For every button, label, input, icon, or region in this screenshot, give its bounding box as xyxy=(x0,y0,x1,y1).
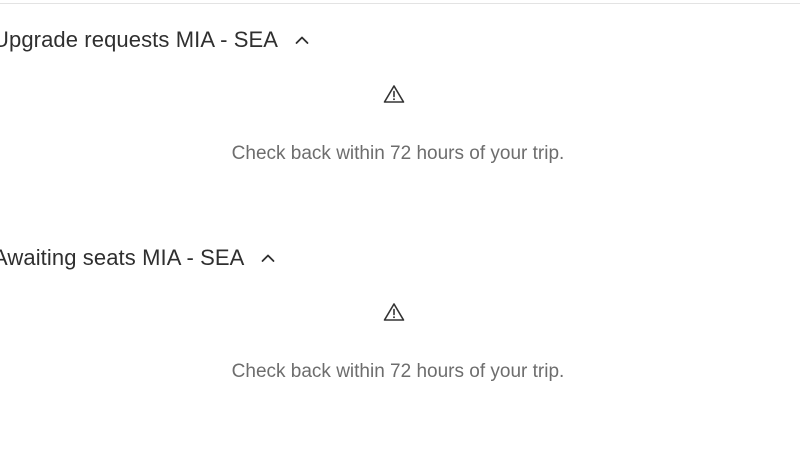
awaiting-seats-title: Awaiting seats MIA - SEA xyxy=(0,245,245,270)
awaiting-seats-message: Check back within 72 hours of your trip. xyxy=(231,361,565,382)
warning-icon xyxy=(383,302,405,322)
upgrade-requests-toggle[interactable]: Upgrade requests MIA - SEA xyxy=(0,25,310,55)
warning-icon xyxy=(383,84,405,104)
upgrade-requests-message: Check back within 72 hours of your trip. xyxy=(231,143,565,164)
chevron-up-icon[interactable] xyxy=(294,32,310,48)
upgrade-requests-title: Upgrade requests MIA - SEA xyxy=(0,27,279,52)
awaiting-seats-toggle[interactable]: Awaiting seats MIA - SEA xyxy=(0,243,276,273)
top-divider xyxy=(0,3,800,4)
chevron-up-icon[interactable] xyxy=(260,250,276,266)
